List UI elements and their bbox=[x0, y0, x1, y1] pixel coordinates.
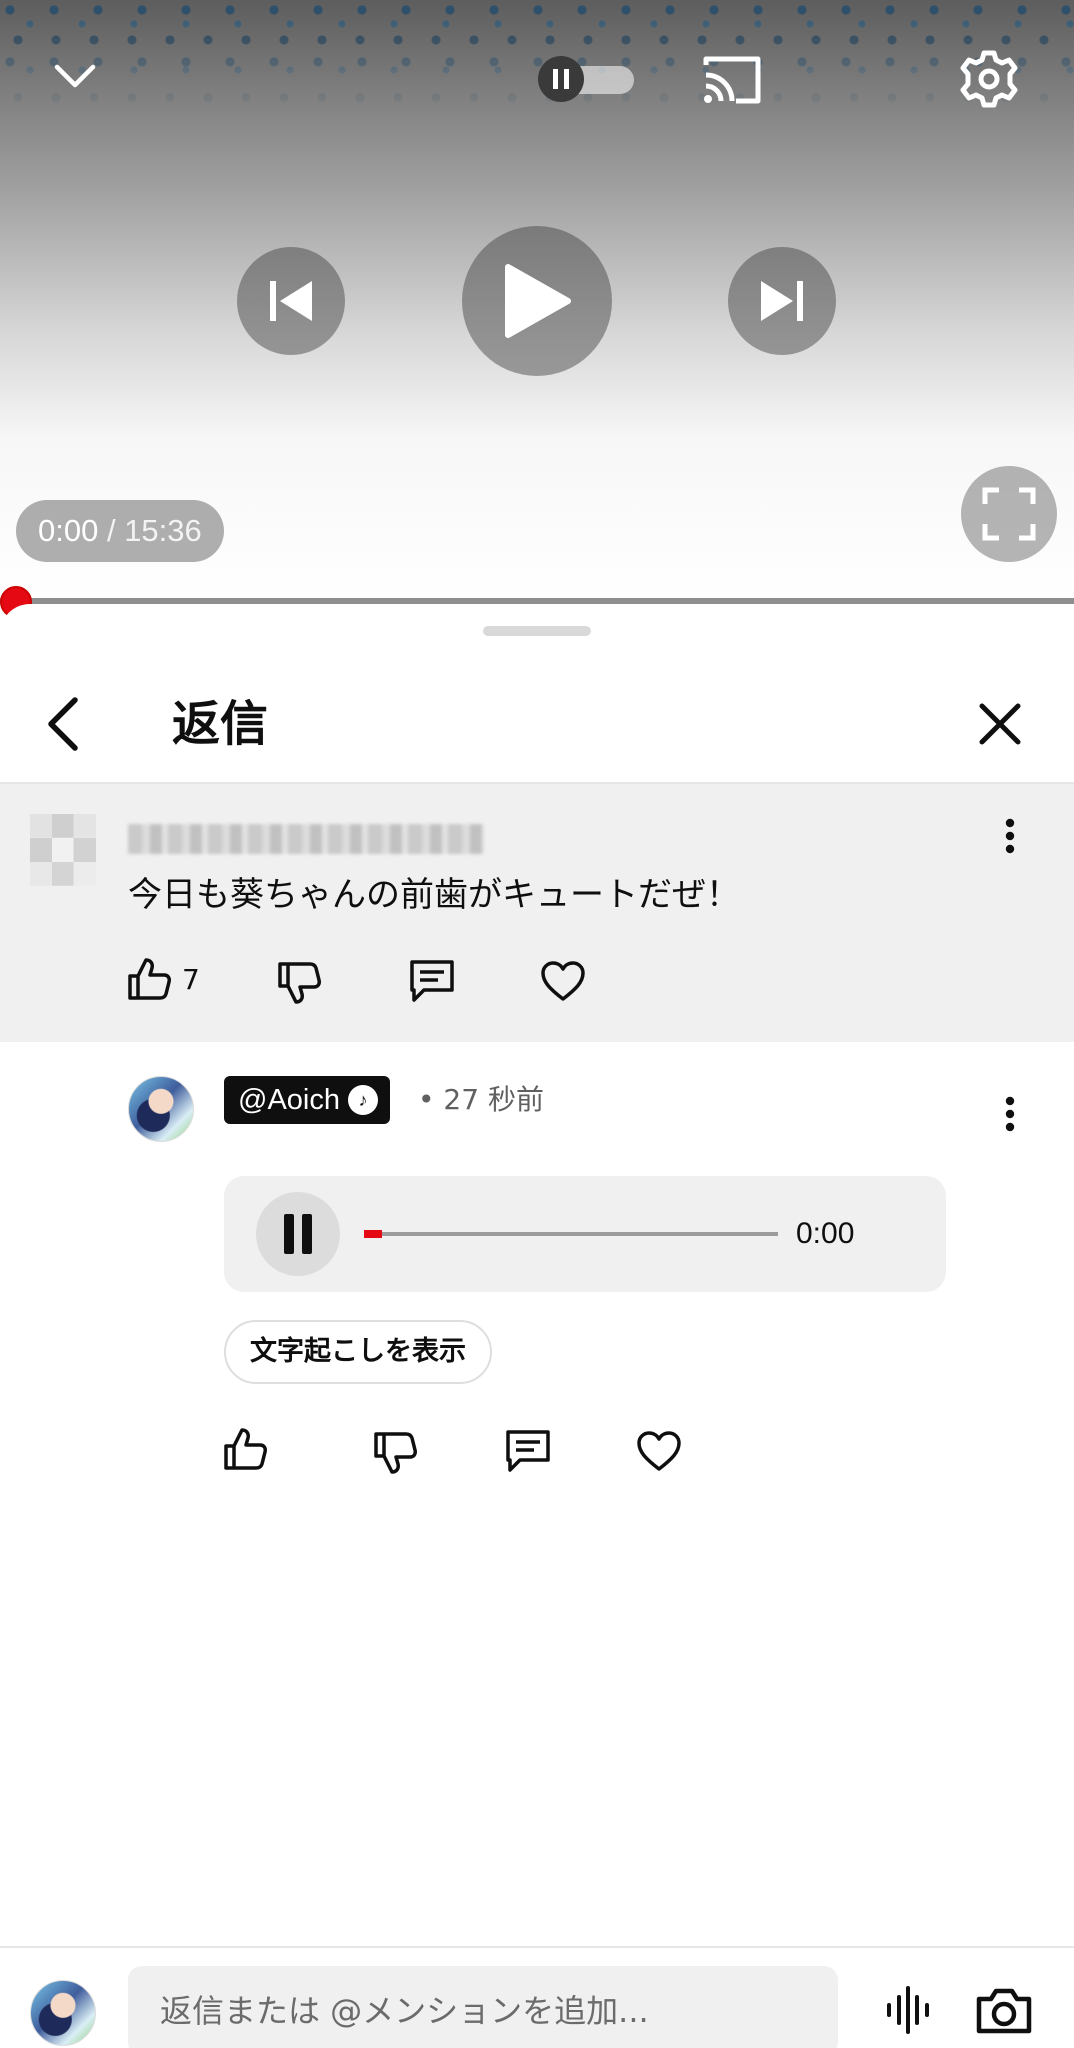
previous-video-button[interactable] bbox=[237, 247, 345, 355]
skip-previous-icon bbox=[270, 281, 312, 321]
sheet-header: 返信 bbox=[0, 664, 1074, 784]
voice-progress-fill bbox=[364, 1230, 382, 1238]
show-transcript-button[interactable]: 文字起こしを表示 bbox=[224, 1320, 492, 1384]
reply-more-button[interactable] bbox=[988, 1084, 1032, 1144]
video-duration: 15:36 bbox=[124, 513, 202, 548]
dislike-button[interactable] bbox=[372, 1430, 418, 1476]
skip-next-icon bbox=[761, 281, 803, 321]
comment-text: 今日も葵ちゃんの前歯がキュートだぜ！ bbox=[128, 875, 740, 915]
voice-reply-button[interactable] bbox=[876, 1978, 940, 2042]
avatar[interactable] bbox=[128, 1076, 194, 1142]
reply-button[interactable] bbox=[408, 958, 456, 1004]
fullscreen-button[interactable] bbox=[961, 466, 1057, 562]
like-button[interactable]: 7 bbox=[126, 956, 200, 1002]
voice-pause-button[interactable] bbox=[256, 1192, 340, 1276]
heart-icon bbox=[541, 961, 585, 1001]
dislike-button[interactable] bbox=[276, 960, 322, 1006]
comment-icon bbox=[410, 960, 454, 1002]
voice-progress-track[interactable] bbox=[364, 1232, 778, 1236]
pause-icon bbox=[284, 1214, 312, 1254]
reply-input[interactable] bbox=[128, 1966, 838, 2048]
audio-waveform-icon bbox=[887, 1986, 929, 2034]
camera-icon bbox=[976, 1988, 1032, 2034]
sheet-title: 返信 bbox=[172, 696, 269, 752]
current-time: 0:00 bbox=[38, 513, 99, 548]
heart-button[interactable] bbox=[540, 960, 586, 1002]
cast-button[interactable] bbox=[696, 48, 768, 112]
heart-button[interactable] bbox=[636, 1430, 682, 1472]
comment-more-button[interactable] bbox=[988, 806, 1032, 866]
autoplay-toggle[interactable] bbox=[538, 56, 638, 102]
video-frame-top bbox=[0, 0, 1074, 110]
reply-input-bar bbox=[0, 1946, 1074, 2048]
avatar[interactable] bbox=[30, 814, 96, 886]
time-ago: 27 秒前 bbox=[443, 1083, 544, 1116]
settings-button[interactable] bbox=[954, 44, 1024, 114]
channel-name-badge[interactable]: @Aoich ♪ bbox=[224, 1076, 390, 1124]
fullscreen-icon bbox=[982, 487, 1036, 541]
autoplay-knob bbox=[538, 56, 584, 102]
parent-comment: 今日も葵ちゃんの前歯がキュートだぜ！ 7 bbox=[0, 784, 1074, 1042]
more-vertical-icon bbox=[1005, 818, 1015, 854]
time-display: 0:00 / 15:36 bbox=[16, 500, 224, 562]
thumbs-down-icon bbox=[374, 1432, 417, 1474]
close-button[interactable] bbox=[966, 690, 1034, 758]
camera-button[interactable] bbox=[972, 1978, 1036, 2042]
more-vertical-icon bbox=[1005, 1096, 1015, 1132]
time-separator: / bbox=[98, 513, 125, 548]
voice-time: 0:00 bbox=[796, 1217, 855, 1250]
music-verified-icon: ♪ bbox=[347, 1085, 378, 1115]
next-video-button[interactable] bbox=[728, 247, 836, 355]
reply-button[interactable] bbox=[504, 1428, 552, 1474]
heart-icon bbox=[637, 1431, 681, 1471]
like-count: 7 bbox=[182, 962, 200, 996]
channel-name: @Aoich bbox=[238, 1083, 340, 1116]
replies-sheet: 返信 今日も葵ちゃんの前歯がキュートだぜ！ 7 @Aoich ♪ • 27 秒前… bbox=[0, 604, 1074, 2048]
video-player[interactable]: 0:00 / 15:36 bbox=[0, 0, 1074, 602]
chevron-left-icon bbox=[48, 697, 78, 751]
gear-icon bbox=[960, 50, 1018, 108]
thumbs-up-icon bbox=[224, 1428, 267, 1470]
close-icon bbox=[979, 703, 1021, 745]
reply-timestamp: • 27 秒前 bbox=[418, 1080, 544, 1120]
play-button[interactable] bbox=[462, 226, 612, 376]
obscured-author-name bbox=[128, 824, 484, 854]
thumbs-up-icon bbox=[128, 958, 171, 1000]
user-avatar bbox=[30, 1980, 96, 2046]
play-icon bbox=[505, 264, 571, 338]
voice-message-player: 0:00 bbox=[224, 1176, 946, 1292]
chevron-down-icon bbox=[54, 64, 96, 88]
comment-icon bbox=[506, 1430, 550, 1472]
bullet: • bbox=[418, 1083, 435, 1116]
like-button[interactable] bbox=[222, 1426, 268, 1472]
pause-icon bbox=[553, 69, 569, 89]
sheet-drag-handle[interactable] bbox=[483, 626, 591, 636]
collapse-player-button[interactable] bbox=[40, 46, 110, 106]
cast-icon bbox=[703, 56, 761, 104]
thumbs-down-icon bbox=[278, 962, 321, 1004]
back-button[interactable] bbox=[30, 686, 96, 762]
